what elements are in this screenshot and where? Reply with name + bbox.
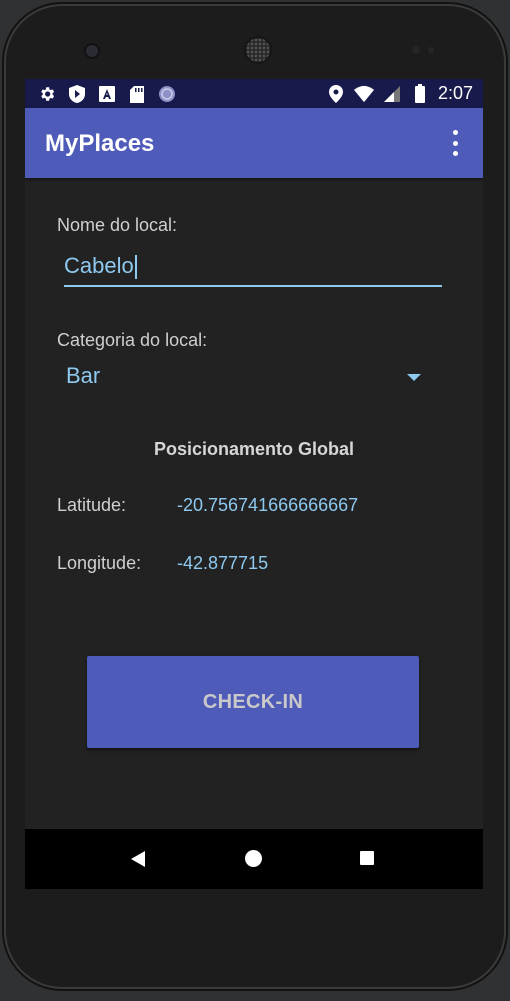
category-spinner[interactable]: Bar xyxy=(57,359,427,395)
checkin-button[interactable]: CHECK-IN xyxy=(87,656,419,748)
sd-card-icon xyxy=(127,84,147,104)
dropdown-arrow-icon xyxy=(407,374,421,381)
place-name-label: Nome do local: xyxy=(57,215,178,235)
longitude-label: Longitude: xyxy=(57,553,142,573)
gps-section-title: Posicionamento Global xyxy=(153,439,355,459)
proximity-sensor xyxy=(412,46,420,54)
signal-icon xyxy=(382,84,402,104)
longitude-value: -42.877715 xyxy=(177,553,269,573)
front-camera xyxy=(86,45,98,57)
app-title: MyPlaces xyxy=(45,130,155,157)
text-cursor xyxy=(134,255,137,280)
device-screen: 2:07 MyPlaces Nome do local: Cabelo Cate… xyxy=(25,79,483,889)
more-vert-icon[interactable] xyxy=(445,130,465,156)
back-icon[interactable] xyxy=(131,851,145,867)
status-bar: 2:07 xyxy=(25,79,483,108)
status-time: 2:07 xyxy=(437,83,473,103)
category-value: Bar xyxy=(66,363,101,388)
checkin-button-label: CHECK-IN xyxy=(202,690,304,713)
earpiece-speaker xyxy=(246,38,270,62)
place-name-input[interactable]: Cabelo xyxy=(64,249,442,287)
recents-icon[interactable] xyxy=(360,851,374,865)
place-name-value: Cabelo xyxy=(64,253,134,278)
battery-icon xyxy=(410,84,430,104)
location-icon xyxy=(326,84,346,104)
latitude-value: -20.756741666666667 xyxy=(177,495,359,515)
a-icon xyxy=(97,84,117,104)
light-sensor xyxy=(428,47,434,53)
sync-icon xyxy=(157,84,177,104)
home-icon[interactable] xyxy=(245,850,262,867)
shield-icon xyxy=(67,84,87,104)
latitude-label: Latitude: xyxy=(57,495,127,515)
app-bar: MyPlaces xyxy=(25,108,483,178)
navigation-bar xyxy=(25,829,483,889)
wifi-icon xyxy=(353,84,374,104)
category-label: Categoria do local: xyxy=(57,330,208,350)
settings-icon xyxy=(37,84,57,104)
